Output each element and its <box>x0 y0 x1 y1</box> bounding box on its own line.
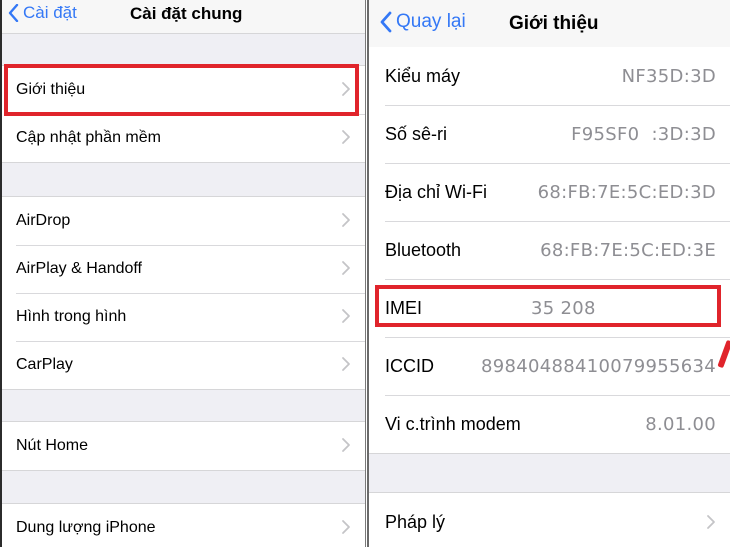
settings-item-label: Pháp lý <box>385 511 446 532</box>
settings-item-label: Dung lượng iPhone <box>16 519 156 536</box>
page-title: Cài đặt chung <box>130 4 243 23</box>
general-settings-screen: Cài đặt Cài đặt chung Giới thiệu Cập nhậ… <box>0 0 366 547</box>
settings-item-picture-in-picture[interactable]: Hình trong hình <box>2 293 365 341</box>
chevron-right-icon <box>342 309 350 323</box>
info-value: NF35D:3D <box>621 65 716 87</box>
settings-item-legal[interactable]: Pháp lý <box>369 493 730 547</box>
back-button[interactable]: Cài đặt <box>8 3 77 23</box>
settings-item-label: Hình trong hình <box>16 308 127 325</box>
info-value: 68:FB:7E:5C:ED:3D <box>537 181 716 203</box>
info-value: 89840488410079955634 <box>480 355 716 377</box>
back-label: Quay lại <box>396 11 466 32</box>
chevron-right-icon <box>342 82 350 96</box>
settings-item-label: Cập nhật phần mềm <box>16 129 161 146</box>
chevron-right-icon <box>342 438 350 452</box>
chevron-right-icon <box>342 130 350 144</box>
info-row-model: Kiểu máy NF35D:3D <box>369 47 730 105</box>
info-label: ICCID <box>385 355 434 376</box>
settings-item-software-update[interactable]: Cập nhật phần mềm <box>2 114 365 162</box>
settings-group-home-button: Nút Home <box>2 421 365 471</box>
back-label: Cài đặt <box>23 3 77 22</box>
info-label: IMEI <box>385 297 423 318</box>
info-label: Vi c.trình modem <box>385 413 521 434</box>
info-row-iccid: ICCID 89840488410079955634 <box>369 337 730 395</box>
info-row-bluetooth: Bluetooth 68:FB:7E:5C:ED:3E <box>369 221 730 279</box>
info-value: 68:FB:7E:5C:ED:3E <box>540 239 716 261</box>
info-label: Địa chỉ Wi-Fi <box>385 181 487 202</box>
settings-item-label: AirDrop <box>16 212 71 229</box>
info-row-wifi-address: Địa chỉ Wi-Fi 68:FB:7E:5C:ED:3D <box>369 163 730 221</box>
info-label: Bluetooth <box>385 239 462 260</box>
info-value: 8.01.00 <box>645 413 716 435</box>
settings-item-about[interactable]: Giới thiệu <box>2 66 365 114</box>
info-row-serial: Số sê-ri F95SF0 :3D:3D <box>369 105 730 163</box>
settings-item-airplay-handoff[interactable]: AirPlay & Handoff <box>2 245 365 293</box>
info-row-modem-firmware: Vi c.trình modem 8.01.00 <box>369 395 730 453</box>
chevron-right-icon <box>342 520 350 534</box>
settings-item-label: AirPlay & Handoff <box>16 260 142 277</box>
back-button[interactable]: Quay lại <box>379 11 466 33</box>
page-title: Giới thiệu <box>509 13 599 34</box>
settings-item-carplay[interactable]: CarPlay <box>2 341 365 389</box>
nav-bar: Quay lại Giới thiệu <box>369 0 730 48</box>
settings-group-connectivity: AirDrop AirPlay & Handoff Hình trong hìn… <box>2 196 365 390</box>
chevron-right-icon <box>707 515 715 529</box>
info-row-imei: IMEI 35 208 <box>369 279 730 337</box>
settings-item-label: CarPlay <box>16 356 73 373</box>
settings-group-storage: Dung lượng iPhone <box>2 503 365 547</box>
settings-item-home-button[interactable]: Nút Home <box>2 422 365 470</box>
chevron-right-icon <box>342 357 350 371</box>
chevron-left-icon <box>380 11 392 33</box>
about-screen: Quay lại Giới thiệu Kiểu máy NF35D:3D Số… <box>367 0 730 547</box>
legal-group: Pháp lý <box>369 492 730 547</box>
settings-item-label: Giới thiệu <box>16 81 86 98</box>
chevron-right-icon <box>342 261 350 275</box>
info-value: 35 208 <box>531 297 596 319</box>
settings-item-label: Nút Home <box>16 437 89 454</box>
info-value: F95SF0 :3D:3D <box>571 123 716 145</box>
info-label: Số sê-ri <box>385 123 448 144</box>
settings-item-airdrop[interactable]: AirDrop <box>2 197 365 245</box>
nav-bar: Cài đặt Cài đặt chung <box>2 0 365 34</box>
info-label: Kiểu máy <box>385 65 461 86</box>
chevron-left-icon <box>8 4 19 22</box>
device-info-group: Kiểu máy NF35D:3D Số sê-ri F95SF0 :3D:3D… <box>369 47 730 454</box>
settings-item-iphone-storage[interactable]: Dung lượng iPhone <box>2 504 365 547</box>
chevron-right-icon <box>342 213 350 227</box>
settings-group-about: Giới thiệu Cập nhật phần mềm <box>2 65 365 163</box>
